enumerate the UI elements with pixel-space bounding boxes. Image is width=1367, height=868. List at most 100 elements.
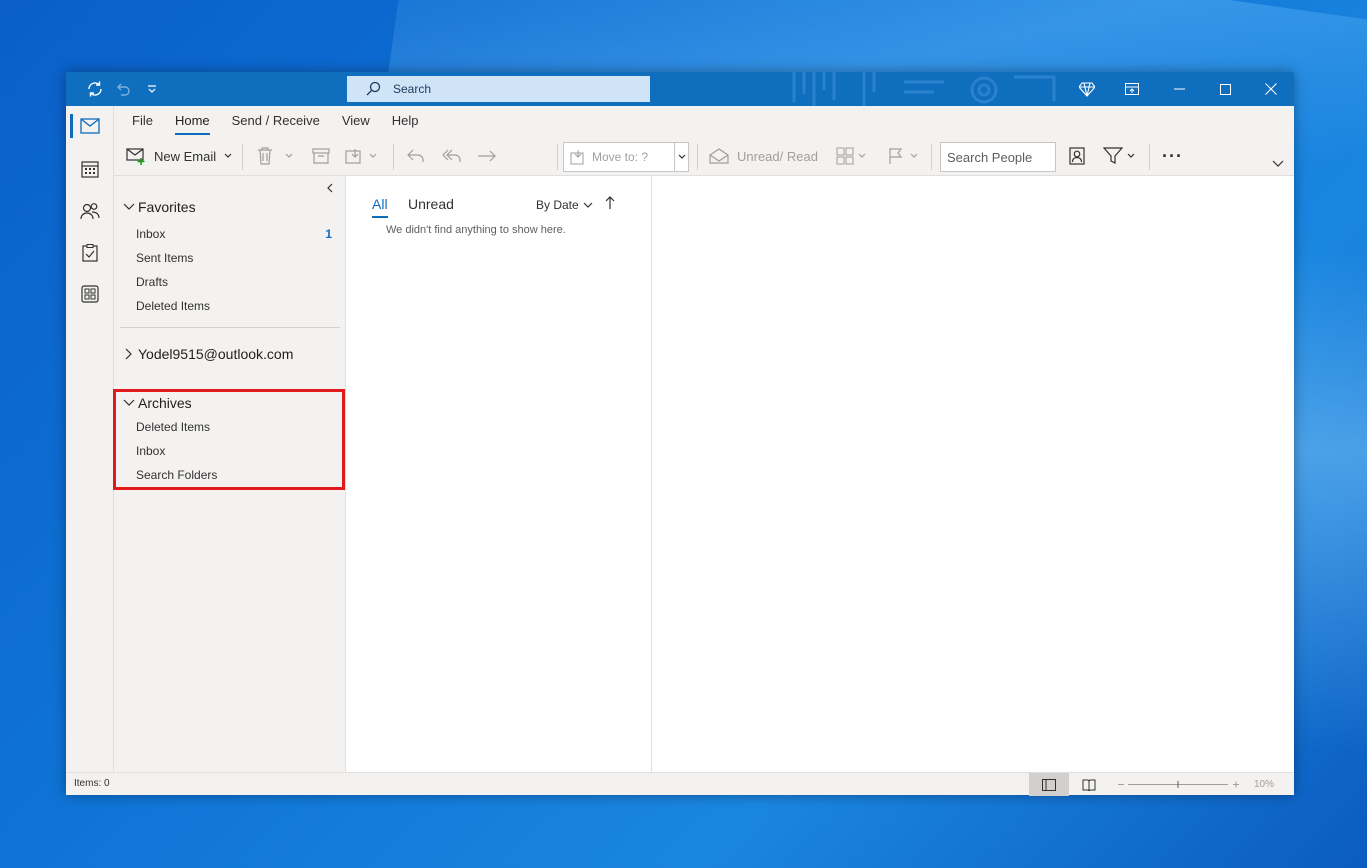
folder-label: Deleted Items (136, 299, 211, 313)
folder-label: Inbox (136, 227, 166, 241)
chevron-right-icon (122, 348, 136, 360)
unread-read-label: Unread/ Read (737, 148, 818, 164)
close-button[interactable] (1248, 72, 1294, 106)
move-to-icon (570, 150, 584, 165)
unread-read-button[interactable]: Unread/ Read (709, 140, 818, 172)
tab-view[interactable]: View (331, 106, 381, 136)
new-email-icon (126, 148, 145, 165)
archive-button[interactable] (312, 140, 330, 172)
separator (242, 144, 243, 170)
empty-list-message: We didn't find anything to show here. (386, 224, 566, 236)
reading-view-button[interactable] (1069, 773, 1109, 796)
favorites-label: Favorites (138, 199, 196, 215)
delete-button[interactable] (257, 140, 293, 172)
calendar-icon[interactable] (66, 149, 114, 189)
title-search-box[interactable]: Search (347, 76, 650, 102)
chevron-down-icon (122, 203, 136, 211)
chevron-down-icon (858, 153, 866, 158)
normal-view-icon (1042, 778, 1056, 791)
reply-all-icon (442, 149, 461, 162)
ribbon-tabs: File Home Send / Receive View Help (114, 106, 430, 136)
forward-button[interactable] (477, 140, 497, 172)
flag-button[interactable] (888, 140, 918, 172)
reply-icon (407, 149, 424, 162)
chevron-down-icon (1127, 153, 1135, 158)
ribbon: File Home Send / Receive View Help New E… (114, 106, 1294, 176)
chevron-down-icon (224, 153, 232, 158)
more-label: ··· (1162, 145, 1183, 166)
apps-icon[interactable] (66, 274, 114, 314)
chevron-down-icon (583, 202, 593, 208)
account-label: Yodel9515@outlook.com (138, 346, 294, 362)
ribbon-display-icon[interactable] (1109, 72, 1155, 106)
move-button[interactable] (345, 140, 377, 172)
tab-file[interactable]: File (114, 106, 164, 136)
search-people-input[interactable]: Search People (940, 142, 1056, 172)
tab-help[interactable]: Help (381, 106, 430, 136)
separator (1149, 144, 1150, 170)
outlook-window: Search File Home Send / Receive View Hel… (66, 72, 1294, 796)
sort-by-label: By Date (536, 198, 579, 212)
separator (931, 144, 932, 170)
separator (557, 144, 558, 170)
folder-item-drafts[interactable]: Drafts (136, 275, 332, 289)
address-book-icon (1069, 147, 1085, 165)
tasks-icon[interactable] (66, 233, 114, 273)
folder-item-sent-items[interactable]: Sent Items (136, 251, 332, 265)
search-people-label: Search People (947, 149, 1033, 165)
titlebar-pattern (792, 72, 1056, 106)
archives-highlight-box (113, 389, 345, 490)
minimize-button[interactable] (1156, 72, 1202, 106)
chevron-down-icon (910, 153, 918, 158)
folder-item-inbox[interactable]: Inbox 1 (136, 227, 332, 241)
move-icon (345, 149, 361, 164)
search-icon (366, 81, 381, 96)
reply-all-button[interactable] (442, 140, 462, 172)
delete-icon (258, 147, 272, 165)
zoom-level[interactable]: 10% (1254, 779, 1274, 790)
folder-item-deleted-items[interactable]: Deleted Items (136, 299, 332, 313)
separator (697, 144, 698, 170)
move-to-dropdown[interactable]: Move to: ? (563, 142, 689, 172)
chevron-down-icon (369, 153, 377, 158)
sort-by-dropdown[interactable]: By Date (536, 198, 593, 212)
reading-pane (652, 176, 1294, 772)
people-icon[interactable] (66, 191, 114, 231)
tab-home[interactable]: Home (164, 106, 221, 136)
unread-count-badge: 1 (325, 227, 332, 241)
sort-direction-icon[interactable] (605, 196, 615, 215)
status-bar: Items: 0 10% (66, 772, 1294, 796)
customize-qat-icon[interactable] (135, 72, 169, 106)
title-bar: Search (66, 72, 1294, 106)
filter-email-button[interactable] (1103, 140, 1135, 172)
filter-all-tab[interactable]: All (372, 196, 388, 218)
divider (120, 327, 340, 328)
folder-label: Drafts (136, 275, 169, 289)
premium-diamond-icon[interactable] (1064, 72, 1110, 106)
maximize-button[interactable] (1202, 72, 1248, 106)
more-commands-button[interactable]: ··· (1162, 140, 1183, 172)
ribbon-commands: New Email Move to: ? Unread/ Read Search… (114, 140, 1294, 172)
zoom-slider[interactable] (1116, 773, 1246, 796)
address-book-button[interactable] (1069, 140, 1085, 172)
collapse-pane-icon[interactable] (326, 180, 334, 198)
mail-icon[interactable] (66, 106, 114, 146)
favorites-header[interactable]: Favorites (122, 199, 196, 215)
search-placeholder: Search (393, 82, 432, 96)
items-count: Items: 0 (74, 778, 110, 789)
reply-button[interactable] (407, 140, 425, 172)
filter-unread-tab[interactable]: Unread (408, 196, 454, 212)
tab-send-receive[interactable]: Send / Receive (221, 106, 331, 136)
flag-icon (889, 148, 903, 164)
account-header[interactable]: Yodel9515@outlook.com (122, 346, 293, 362)
collapse-ribbon-icon[interactable] (1272, 156, 1284, 172)
forward-icon (478, 150, 496, 162)
reading-view-icon (1082, 779, 1096, 791)
navigation-rail (66, 106, 114, 772)
filter-icon (1103, 147, 1123, 164)
chevron-down-icon[interactable] (674, 143, 688, 171)
new-email-button[interactable]: New Email (126, 140, 232, 172)
chevron-down-icon (285, 153, 293, 158)
categorize-button[interactable] (836, 140, 866, 172)
normal-view-button[interactable] (1029, 773, 1069, 796)
